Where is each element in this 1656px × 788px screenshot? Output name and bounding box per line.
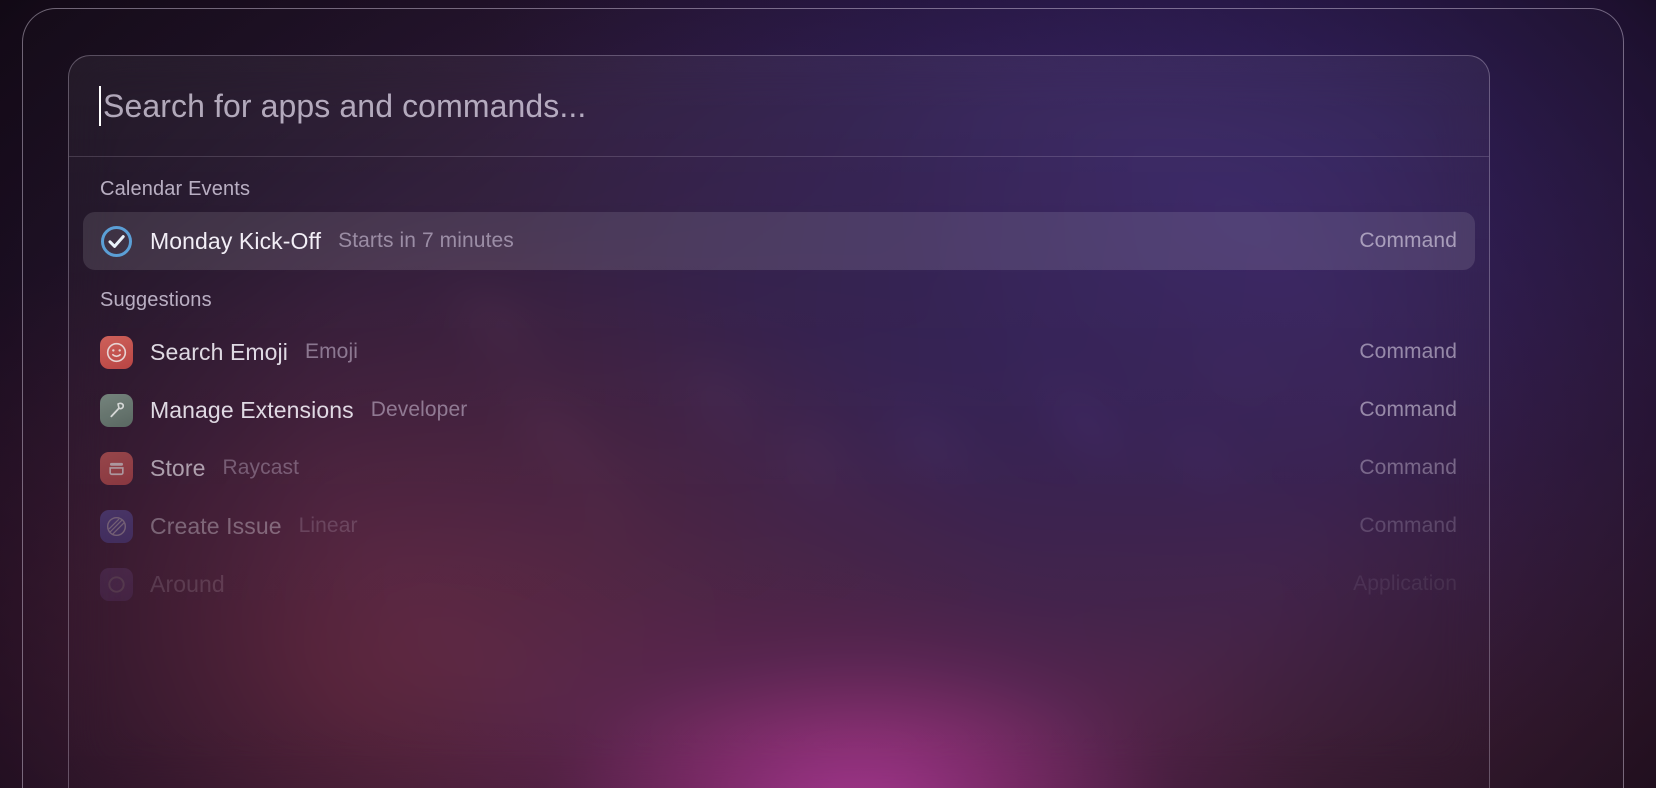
list-item-subtitle: Developer — [370, 398, 468, 421]
section-header-suggestions: Suggestions — [100, 289, 212, 311]
hammer-icon — [100, 393, 133, 427]
list-item[interactable]: Around Application — [83, 555, 1475, 613]
list-item-title: Store — [150, 454, 206, 481]
list-item-accessory: Command — [1359, 514, 1457, 537]
list-item-accessory: Command — [1359, 398, 1457, 421]
around-logo-icon — [100, 567, 133, 601]
list-item-subtitle: Raycast — [222, 456, 300, 479]
list-item-title: Monday Kick-Off — [150, 227, 322, 254]
section-header-calendar-events: Calendar Events — [100, 178, 251, 200]
list-item[interactable]: Store Raycast Command — [83, 439, 1475, 497]
results-list: Calendar Events Monday Kick-Off Starts i… — [69, 157, 1489, 613]
list-item-subtitle: Linear — [298, 514, 358, 537]
list-item[interactable]: Manage Extensions Developer Command — [83, 381, 1475, 439]
list-item-subtitle: Emoji — [304, 340, 358, 363]
list-item-accessory: Command — [1359, 456, 1457, 479]
list-item[interactable]: Monday Kick-Off Starts in 7 minutes Comm… — [83, 212, 1475, 270]
search-input[interactable] — [103, 87, 1003, 125]
command-palette: Calendar Events Monday Kick-Off Starts i… — [68, 55, 1490, 788]
list-item-title: Search Emoji — [150, 338, 288, 365]
list-item[interactable]: Create Issue Linear Command — [83, 497, 1475, 555]
list-item-title: Create Issue — [150, 512, 282, 539]
list-item-accessory: Command — [1359, 229, 1457, 252]
list-item-title: Manage Extensions — [150, 396, 354, 423]
smiley-face-icon — [100, 335, 133, 369]
list-item-subtitle: Starts in 7 minutes — [338, 229, 514, 252]
list-item-accessory: Application — [1353, 572, 1457, 595]
text-caret — [99, 86, 101, 126]
calendar-check-circle-icon — [100, 225, 133, 258]
store-icon — [100, 451, 133, 485]
list-item[interactable]: Search Emoji Emoji Command — [83, 323, 1475, 381]
screen: Calendar Events Monday Kick-Off Starts i… — [0, 0, 1656, 788]
list-item-accessory: Command — [1359, 340, 1457, 363]
linear-logo-icon — [100, 509, 133, 543]
search-bar[interactable] — [69, 56, 1489, 157]
list-item-title: Around — [150, 570, 225, 597]
